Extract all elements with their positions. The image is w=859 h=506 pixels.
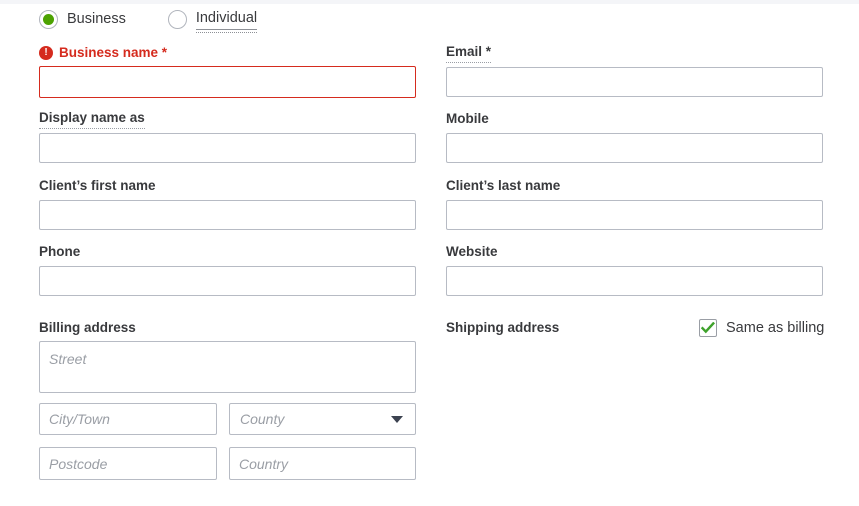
- field-clients-last-name: Client’s last name: [446, 177, 823, 230]
- radio-business-icon[interactable]: [39, 10, 58, 29]
- clients-last-name-label: Client’s last name: [446, 178, 560, 194]
- chevron-down-icon: [391, 416, 403, 423]
- clients-last-name-input[interactable]: [446, 200, 823, 230]
- field-phone: Phone: [39, 243, 416, 296]
- billing-county-select[interactable]: County: [229, 403, 416, 435]
- display-name-label-line: Display name as: [39, 110, 416, 127]
- phone-input[interactable]: [39, 266, 416, 296]
- clients-first-name-label: Client’s first name: [39, 178, 156, 194]
- billing-city-input[interactable]: [39, 403, 217, 435]
- website-label: Website: [446, 244, 498, 260]
- same-as-billing-checkbox-row[interactable]: Same as billing: [699, 319, 824, 337]
- website-input[interactable]: [446, 266, 823, 296]
- radio-individual-label[interactable]: Individual: [196, 9, 257, 30]
- radio-option-individual[interactable]: Individual: [168, 9, 257, 30]
- display-name-as-label[interactable]: Display name as: [39, 110, 145, 128]
- business-name-label-line: ! Business name *: [39, 44, 416, 61]
- email-label-line: Email *: [446, 44, 823, 61]
- shipping-address-label: Shipping address: [446, 320, 559, 336]
- same-as-billing-label: Same as billing: [726, 320, 824, 336]
- mobile-label: Mobile: [446, 111, 489, 127]
- website-label-line: Website: [446, 243, 823, 260]
- customer-type-radio-group: Business Individual: [39, 9, 299, 30]
- billing-address-label: Billing address: [39, 320, 136, 336]
- billing-address-label-line: Billing address: [39, 319, 416, 336]
- field-clients-first-name: Client’s first name: [39, 177, 416, 230]
- same-as-billing-checkbox[interactable]: [699, 319, 717, 337]
- radio-business-label: Business: [67, 10, 126, 29]
- check-icon: [701, 322, 715, 334]
- billing-postcode-input[interactable]: [39, 447, 217, 480]
- customer-form: Business Individual ! Business name * Di…: [0, 0, 859, 506]
- business-name-input[interactable]: [39, 66, 416, 98]
- field-display-name-as: Display name as: [39, 110, 416, 163]
- business-name-label: Business name *: [59, 45, 167, 61]
- phone-label: Phone: [39, 244, 80, 260]
- phone-label-line: Phone: [39, 243, 416, 260]
- email-input[interactable]: [446, 67, 823, 97]
- display-name-as-input[interactable]: [39, 133, 416, 163]
- field-billing-address: Billing address: [39, 319, 416, 336]
- error-exclamation-icon: !: [39, 46, 53, 60]
- field-website: Website: [446, 243, 823, 296]
- radio-option-business[interactable]: Business: [39, 10, 126, 29]
- radio-individual-icon[interactable]: [168, 10, 187, 29]
- clients-first-name-label-line: Client’s first name: [39, 177, 416, 194]
- billing-country-input[interactable]: [229, 447, 416, 480]
- billing-street-textarea[interactable]: [39, 341, 416, 393]
- mobile-label-line: Mobile: [446, 110, 823, 127]
- email-label[interactable]: Email *: [446, 44, 491, 62]
- clients-last-name-label-line: Client’s last name: [446, 177, 823, 194]
- field-mobile: Mobile: [446, 110, 823, 163]
- field-email: Email *: [446, 44, 823, 97]
- billing-county-placeholder: County: [240, 411, 284, 427]
- field-business-name: ! Business name *: [39, 44, 416, 98]
- clients-first-name-input[interactable]: [39, 200, 416, 230]
- mobile-input[interactable]: [446, 133, 823, 163]
